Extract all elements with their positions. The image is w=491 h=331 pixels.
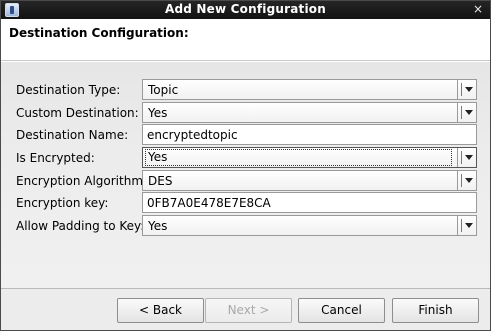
back-button[interactable]: < Back [117, 298, 204, 323]
row-allow-padding: Allow Padding to Key: Yes [1, 215, 490, 237]
chevron-down-icon[interactable] [457, 171, 476, 190]
custom-destination-label: Custom Destination: [16, 106, 139, 120]
dialog-window: Add New Configuration × Destination Conf… [0, 0, 491, 331]
button-bar: < Back Next > Cancel Finish [1, 288, 490, 330]
chevron-down-icon[interactable] [457, 103, 476, 122]
row-is-encrypted: Is Encrypted: Yes [1, 147, 490, 169]
encryption-key-label: Encryption key: [16, 196, 109, 210]
page-title: Destination Configuration: [9, 26, 189, 40]
destination-type-select[interactable]: Topic [142, 79, 477, 100]
row-destination-name: Destination Name: [1, 124, 490, 146]
close-icon[interactable]: × [473, 2, 483, 16]
destination-type-value: Topic [148, 83, 179, 97]
is-encrypted-select[interactable]: Yes [142, 147, 477, 168]
cancel-button[interactable]: Cancel [298, 298, 385, 323]
dialog-header: Destination Configuration: [1, 19, 490, 61]
row-encryption-algorithm: Encryption Algorithm: DES [1, 170, 490, 192]
encryption-algorithm-select[interactable]: DES [142, 170, 477, 191]
encryption-algorithm-value: DES [148, 174, 173, 188]
chevron-down-icon[interactable] [457, 216, 476, 235]
allow-padding-select[interactable]: Yes [142, 215, 477, 236]
chevron-down-icon[interactable] [457, 80, 476, 99]
row-encryption-key: Encryption key: [1, 192, 490, 214]
destination-type-label: Destination Type: [16, 83, 121, 97]
window-title: Add New Configuration [164, 2, 326, 16]
form-panel: Destination Type: Topic Custom Destinati… [1, 62, 490, 288]
destination-name-label: Destination Name: [16, 128, 129, 142]
row-destination-type: Destination Type: Topic [1, 79, 490, 101]
custom-destination-select[interactable]: Yes [142, 102, 477, 123]
title-bar[interactable]: Add New Configuration × [1, 1, 490, 19]
chevron-down-icon[interactable] [457, 148, 476, 167]
is-encrypted-value: Yes [145, 149, 452, 166]
row-custom-destination: Custom Destination: Yes [1, 102, 490, 124]
encryption-key-input[interactable] [142, 192, 477, 213]
custom-destination-value: Yes [148, 106, 168, 120]
next-button[interactable]: Next > [205, 298, 292, 323]
finish-button[interactable]: Finish [392, 298, 479, 323]
allow-padding-value: Yes [148, 219, 168, 233]
allow-padding-label: Allow Padding to Key: [16, 219, 145, 233]
encryption-algorithm-label: Encryption Algorithm: [16, 174, 148, 188]
destination-name-input[interactable] [142, 124, 477, 145]
is-encrypted-label: Is Encrypted: [16, 151, 95, 165]
